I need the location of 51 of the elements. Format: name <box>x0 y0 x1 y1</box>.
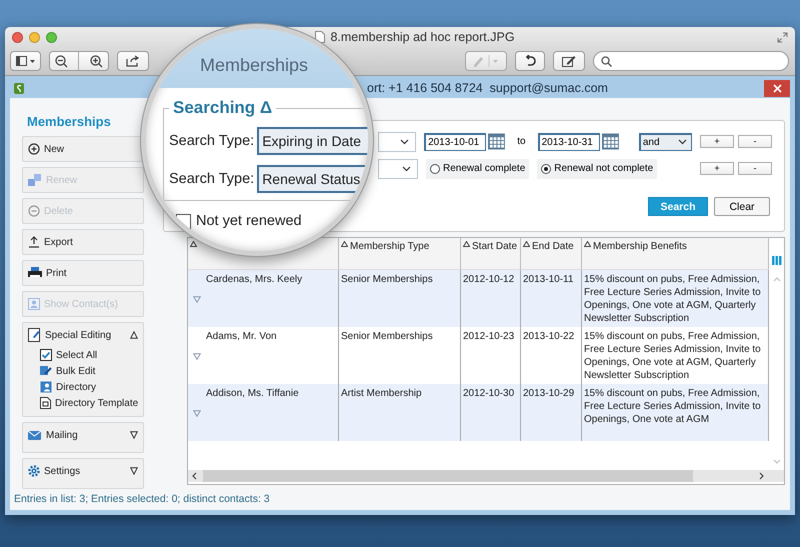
table-cell: 15% discount on pubs, Free Admission, Free Lecture Series Admission, Invite to Openings, One vote at AGM, Quarterly Newsletter Subscription <box>582 270 769 327</box>
menu-item[interactable]: Directory <box>28 379 96 395</box>
clear-button[interactable]: Clear <box>714 197 770 216</box>
status-text: Entries in list: 3; Entries selected: 0; distinct contacts: 3 <box>13 492 271 507</box>
table-cell: Senior Memberships <box>339 270 461 327</box>
table-cell: 2013-10-11 <box>521 270 582 327</box>
field-label: Search Type: <box>169 171 254 187</box>
panel-title[interactable]: Mailing <box>46 430 78 440</box>
column-header[interactable]: Membership Benefits <box>582 238 769 270</box>
panel-title[interactable]: Special Editing <box>45 330 112 340</box>
sidebar-title: Memberships <box>26 113 112 131</box>
table-cell: 2013-10-22 <box>521 327 582 384</box>
menu-item[interactable]: Bulk Edit <box>28 363 96 379</box>
magnified-title: Memberships <box>200 55 308 76</box>
column-header[interactable]: End Date <box>521 238 582 270</box>
conjunction-dropdown[interactable]: and <box>638 132 692 150</box>
menu-item[interactable]: Select All <box>28 347 98 363</box>
panel-title[interactable]: Settings <box>44 466 80 476</box>
field-label: Search Type: <box>169 133 254 149</box>
column-header[interactable]: Start Date <box>461 238 521 270</box>
table-cell: 15% discount on pubs, Free Admission, Free Lecture Series Admission, Invite to Openings, One vote at AGM, Quarterly Newsletter Subscription <box>582 327 769 384</box>
table-cell: Artist Membership <box>339 384 461 441</box>
table-cell: 2012-10-23 <box>461 327 521 384</box>
sidebar-button[interactable]: Print <box>22 260 144 286</box>
radio-option[interactable]: Renewal complete <box>426 158 530 178</box>
sidebar-button[interactable]: Export <box>22 229 144 255</box>
row-button[interactable]: + <box>700 162 734 175</box>
date-field[interactable]: 2013-10-01 <box>424 132 486 150</box>
table-cell: 2012-10-12 <box>461 270 521 327</box>
table-cell: Senior Memberships <box>339 327 461 384</box>
table-cell: 15% discount on pubs, Free Admission, Free Lecture Series Admission, Invite to Openings, One vote at AGM <box>582 384 769 441</box>
radio-option[interactable]: Renewal not complete <box>537 158 658 178</box>
checkbox[interactable]: Not yet renewed <box>176 213 302 229</box>
date-field[interactable]: 2013-10-31 <box>538 132 600 150</box>
group-title: Searching Δ <box>172 98 274 118</box>
table-cell: Addison, Ms. Tiffanie <box>206 387 299 400</box>
row-button[interactable]: - <box>738 162 772 175</box>
table-cell: Adams, Mr. Von <box>206 330 277 343</box>
dropdown-field[interactable]: Expiring in Date <box>257 127 368 155</box>
row-button[interactable]: + <box>700 135 734 148</box>
window-title: 8.membership ad hoc report.JPG <box>330 30 515 44</box>
table-cell: 2012-10-30 <box>461 384 521 441</box>
menu-item[interactable]: Directory Template <box>28 395 138 411</box>
table-cell: 2013-10-29 <box>521 384 582 441</box>
sidebar-button[interactable]: New <box>22 136 144 162</box>
table-cell: Cardenas, Mrs. Keely <box>206 273 302 286</box>
row-button[interactable]: - <box>738 135 772 148</box>
app-title: ort: +1 416 504 8724 support@sumac.com <box>367 81 608 95</box>
range-label: to <box>517 136 526 147</box>
dropdown-field[interactable]: Renewal Status <box>257 165 368 193</box>
column-header[interactable]: Membership Type <box>339 238 461 270</box>
